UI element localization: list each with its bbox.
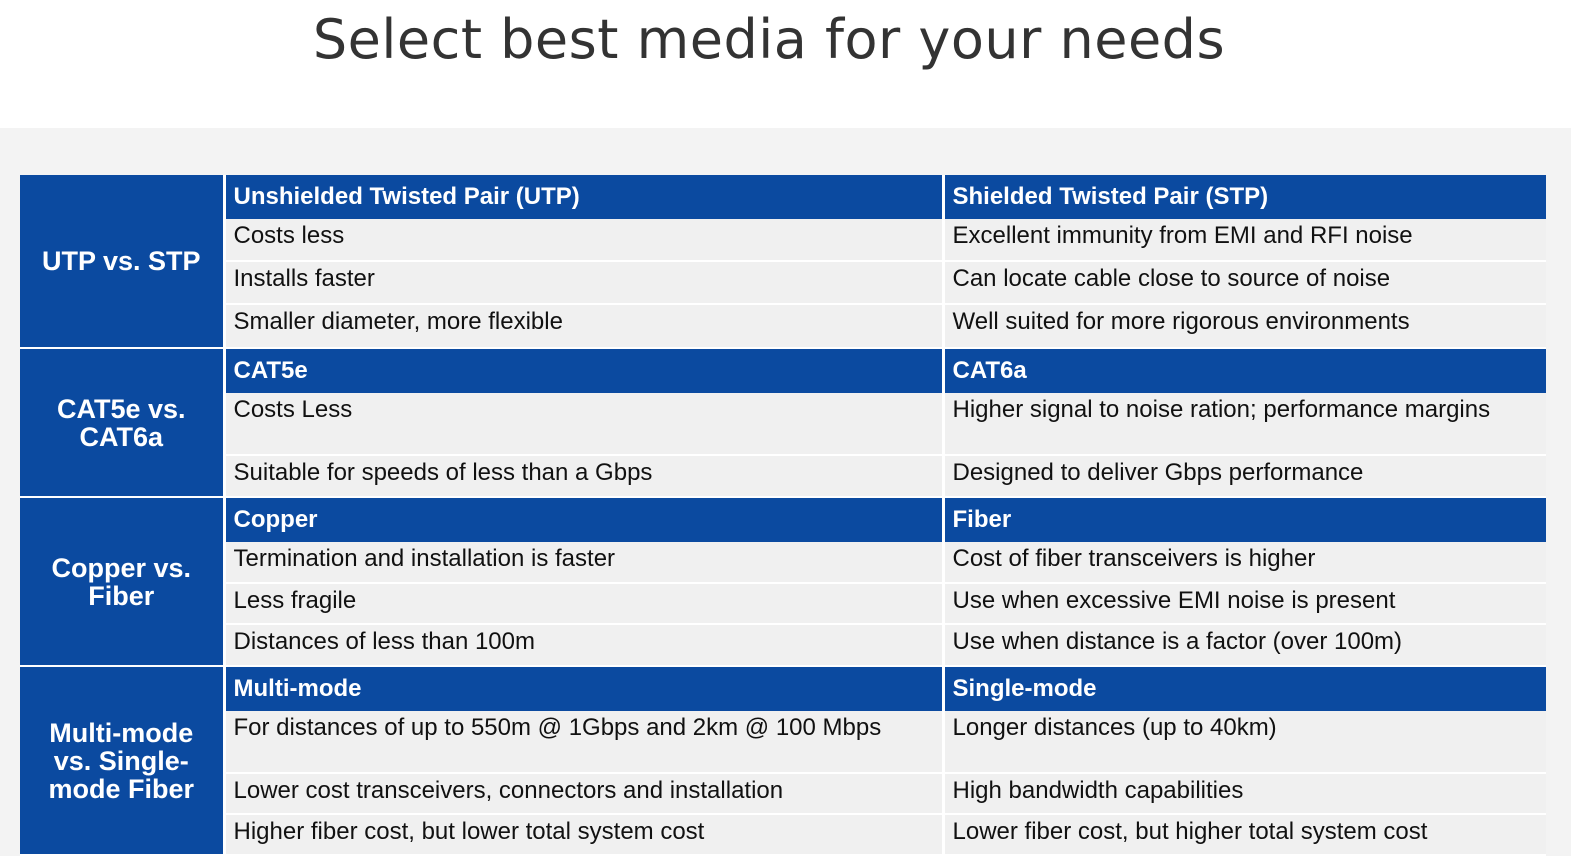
- section-header-row: Multi-mode vs. Single-mode Fiber Multi-m…: [20, 666, 1546, 856]
- table-cell-right: Lower fiber cost, but higher total syste…: [943, 814, 1546, 856]
- section-header-row: UTP vs. STP Unshielded Twisted Pair (UTP…: [20, 175, 1546, 349]
- table-cell-left: Higher fiber cost, but lower total syste…: [224, 814, 945, 856]
- table-cell-left: Termination and installation is faster: [224, 542, 945, 584]
- column-header-right: Single-mode: [943, 666, 1546, 711]
- table-cell-right: Use when excessive EMI noise is present: [943, 583, 1546, 625]
- table-cell-right: Can locate cable close to source of nois…: [943, 261, 1546, 305]
- section-label: Multi-mode vs. Single-mode Fiber: [20, 666, 226, 856]
- table-row: Distances of less than 100m Use when dis…: [20, 624, 1546, 667]
- table-cell-left: Smaller diameter, more flexible: [224, 304, 945, 349]
- table-cell-right: Longer distances (up to 40km): [943, 711, 1546, 774]
- table-cell-right: Excellent immunity from EMI and RFI nois…: [943, 219, 1546, 262]
- table-row: Suitable for speeds of less than a Gbps …: [20, 455, 1546, 498]
- table-cell-right: Cost of fiber transceivers is higher: [943, 542, 1546, 584]
- table-cell-left: Less fragile: [224, 583, 945, 625]
- section-header-row: Copper vs. Fiber Copper Fiber: [20, 497, 1546, 667]
- comparison-table: UTP vs. STP Unshielded Twisted Pair (UTP…: [20, 175, 1546, 856]
- table-row: Less fragile Use when excessive EMI nois…: [20, 583, 1546, 625]
- section-label: Copper vs. Fiber: [20, 497, 226, 667]
- page-title: Select best media for your needs: [312, 8, 1226, 71]
- section-label: CAT5e vs. CAT6a: [20, 348, 226, 498]
- table-cell-left: For distances of up to 550m @ 1Gbps and …: [224, 711, 945, 774]
- column-header-left: Multi-mode: [224, 666, 945, 711]
- table-row: Costs less Excellent immunity from EMI a…: [20, 219, 1546, 262]
- table-cell-right: Use when distance is a factor (over 100m…: [943, 624, 1546, 667]
- table-cell-right: Well suited for more rigorous environmen…: [943, 304, 1546, 349]
- table-row: Termination and installation is faster C…: [20, 542, 1546, 584]
- table-cell-right: Designed to deliver Gbps performance: [943, 455, 1546, 498]
- table-cell-left: Installs faster: [224, 261, 945, 305]
- table-cell-left: Costs less: [224, 219, 945, 262]
- table-row: Lower cost transceivers, connectors and …: [20, 773, 1546, 815]
- table-row: Higher fiber cost, but lower total syste…: [20, 814, 1546, 856]
- section-header-row: CAT5e vs. CAT6a CAT5e CAT6a: [20, 348, 1546, 498]
- table-row: Installs faster Can locate cable close t…: [20, 261, 1546, 305]
- table-cell-left: Costs Less: [224, 393, 945, 456]
- section-label: UTP vs. STP: [20, 175, 226, 349]
- table-cell-right: High bandwidth capabilities: [943, 773, 1546, 815]
- table-cell-left: Suitable for speeds of less than a Gbps: [224, 455, 945, 498]
- table-cell-right: Higher signal to noise ration; performan…: [943, 393, 1546, 456]
- column-header-left: CAT5e: [224, 348, 945, 393]
- table-cell-left: Lower cost transceivers, connectors and …: [224, 773, 945, 815]
- table-row: Costs Less Higher signal to noise ration…: [20, 393, 1546, 456]
- table-row: Smaller diameter, more flexible Well sui…: [20, 304, 1546, 349]
- column-header-right: CAT6a: [943, 348, 1546, 393]
- column-header-left: Copper: [224, 497, 945, 542]
- table-row: For distances of up to 550m @ 1Gbps and …: [20, 711, 1546, 774]
- column-header-right: Fiber: [943, 497, 1546, 542]
- table-cell-left: Distances of less than 100m: [224, 624, 945, 667]
- column-header-left: Unshielded Twisted Pair (UTP): [224, 175, 945, 219]
- column-header-right: Shielded Twisted Pair (STP): [943, 175, 1546, 219]
